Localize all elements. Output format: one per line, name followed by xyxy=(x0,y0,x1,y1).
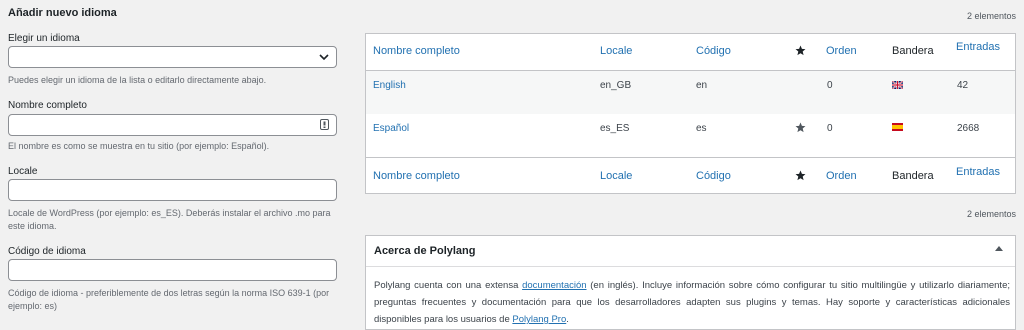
spain-flag-icon xyxy=(892,123,903,134)
about-text-part: Polylang cuenta con una extensa xyxy=(374,280,523,291)
language-name-link[interactable]: English xyxy=(373,80,406,91)
table-row: English en_GB en 0 42 xyxy=(366,71,1015,114)
language-code-label: Código de idioma xyxy=(8,246,86,257)
full-name-input[interactable] xyxy=(8,114,337,136)
default-language-star-icon xyxy=(795,122,806,136)
documentation-link[interactable]: documentación xyxy=(522,280,586,291)
footer-header-posts[interactable]: Entradas xyxy=(956,166,1000,178)
column-header-posts[interactable]: Entradas xyxy=(956,41,1000,53)
locale-description: Locale de WordPress (por ejemplo: es_ES)… xyxy=(8,208,331,231)
chevron-down-icon xyxy=(319,54,329,61)
about-polylang-title: Acerca de Polylang xyxy=(374,245,476,257)
column-header-default-star-icon[interactable] xyxy=(795,45,806,59)
language-posts-count: 42 xyxy=(957,80,969,91)
column-header-code[interactable]: Código xyxy=(696,45,731,57)
items-count-bottom: 2 elementos xyxy=(966,209,1016,219)
column-header-locale[interactable]: Locale xyxy=(600,45,632,57)
language-posts-count: 2668 xyxy=(957,123,980,134)
language-code: es xyxy=(696,123,707,134)
language-code: en xyxy=(696,80,708,91)
footer-header-locale[interactable]: Locale xyxy=(600,170,632,182)
footer-header-name[interactable]: Nombre completo xyxy=(373,170,460,182)
languages-table: Nombre completo Locale Código Orden Band… xyxy=(365,33,1016,194)
footer-default-star-icon[interactable] xyxy=(795,170,806,184)
table-header: Nombre completo Locale Código Orden Band… xyxy=(366,34,1015,71)
items-count-top: 2 elementos xyxy=(966,11,1016,21)
choose-language-label: Elegir un idioma xyxy=(8,33,80,44)
table-footer: Nombre completo Locale Código Orden Band… xyxy=(366,157,1015,195)
footer-header-order[interactable]: Orden xyxy=(826,170,857,182)
footer-header-flag: Bandera xyxy=(892,170,934,182)
language-order: 0 xyxy=(827,80,833,91)
about-polylang-text: Polylang cuenta con una extensa document… xyxy=(374,277,1010,328)
polylang-pro-link[interactable]: Polylang Pro xyxy=(512,314,566,325)
language-locale: es_ES xyxy=(600,123,630,134)
locale-label: Locale xyxy=(8,166,38,177)
column-header-flag: Bandera xyxy=(892,45,934,57)
about-polylang-box: Acerca de Polylang Polylang cuenta con u… xyxy=(365,235,1016,330)
locale-input[interactable] xyxy=(8,179,337,201)
uk-flag-icon xyxy=(892,81,903,92)
language-code-description: Código de idioma - preferiblemente de do… xyxy=(8,288,330,311)
language-code-input[interactable] xyxy=(8,259,337,281)
footer-header-code[interactable]: Código xyxy=(696,170,731,182)
column-header-order[interactable]: Orden xyxy=(826,45,857,57)
about-polylang-header[interactable]: Acerca de Polylang xyxy=(366,236,1015,267)
choose-language-select[interactable] xyxy=(8,46,337,68)
table-row: Español es_ES es 0 2668 xyxy=(366,114,1015,157)
about-text-part: . xyxy=(566,314,569,325)
collapse-toggle-icon[interactable] xyxy=(995,246,1003,251)
language-name-link[interactable]: Español xyxy=(373,123,409,134)
full-name-description: El nombre es como se muestra en tu sitio… xyxy=(8,141,270,151)
form-title: Añadir nuevo idioma xyxy=(8,7,117,19)
language-locale: en_GB xyxy=(600,80,632,91)
choose-language-description: Puedes elegir un idioma de la lista o ed… xyxy=(8,75,267,85)
language-order: 0 xyxy=(827,123,833,134)
column-header-name[interactable]: Nombre completo xyxy=(373,45,460,57)
password-manager-icon[interactable] xyxy=(320,119,329,130)
full-name-label: Nombre completo xyxy=(8,100,87,111)
